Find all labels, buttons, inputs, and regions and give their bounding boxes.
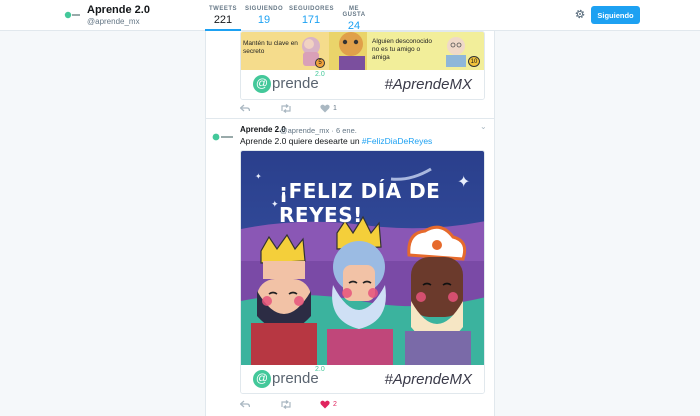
tip-badge-right: 10 <box>468 56 480 67</box>
tip-text-left: Mantén tu clave en secreto <box>243 40 298 55</box>
stat-label: SIGUIENDO <box>245 6 284 12</box>
brand-wordmark: prende <box>272 370 319 387</box>
tweet-divider <box>205 118 495 119</box>
retweet-icon[interactable] <box>280 104 292 113</box>
aprende-logo-icon[interactable] <box>64 10 81 20</box>
tweet-actions: 1 <box>240 104 390 116</box>
following-button[interactable]: Siguiendo <box>591 6 640 24</box>
stat-tweets[interactable]: TWEETS 221 <box>205 0 241 31</box>
brand-at-icon: @ <box>253 370 271 388</box>
tweet-author-name[interactable]: Aprende 2.0 <box>240 125 286 134</box>
profile-handle: @aprende_mx <box>87 17 140 26</box>
stat-likes[interactable]: ME GUSTA 24 <box>339 0 369 32</box>
image-banner-text: ¡FELIZ DÍA DE REYES! <box>279 179 441 227</box>
stat-label: ME GUSTA <box>342 6 366 18</box>
brand-wordmark: prende <box>272 75 319 92</box>
aprende-logo-icon[interactable] <box>211 132 235 142</box>
svg-text:✦: ✦ <box>255 172 262 181</box>
stat-value: 171 <box>301 14 321 26</box>
tip-text-right: Alguien desconocido no es tu amigo o ami… <box>372 38 432 61</box>
brand-version: 2.0 <box>315 366 325 373</box>
brand-hashtag: #AprendeMX <box>384 76 472 93</box>
brand-at-icon: @ <box>253 75 271 93</box>
stat-label: TWEETS <box>209 6 237 12</box>
reply-icon[interactable] <box>240 400 250 409</box>
brand-footer: @ prende 2.0 #AprendeMX <box>241 70 484 99</box>
tip-badge-left: 5 <box>315 58 325 68</box>
tweet-text: Aprende 2.0 quiere desearte un #FelizDia… <box>240 136 432 146</box>
tweet-meta[interactable]: @aprende_mx · 6 ene. <box>280 126 357 135</box>
tweet-media-card[interactable]: Mantén tu clave en secreto 5 Alguien des… <box>240 31 485 100</box>
heart-icon[interactable] <box>320 400 330 409</box>
tweet-actions: 2 <box>240 400 390 412</box>
chevron-down-icon[interactable]: ⌄ <box>480 122 487 131</box>
hashtag-link[interactable]: #FelizDiaDeReyes <box>362 136 432 146</box>
stat-label: SEGUIDORES <box>289 6 335 12</box>
stat-value: 221 <box>213 14 233 26</box>
reply-icon[interactable] <box>240 104 250 113</box>
stat-value: 19 <box>257 14 271 26</box>
svg-text:✦: ✦ <box>271 199 279 209</box>
profile-nav-bar: Aprende 2.0 @aprende_mx TWEETS 221 SIGUI… <box>0 0 700 32</box>
stat-following[interactable]: SIGUIENDO 19 <box>245 0 283 31</box>
brand-footer: @ prende 2.0 #AprendeMX <box>241 365 484 393</box>
like-count: 2 <box>333 401 337 408</box>
heart-icon[interactable] <box>320 104 330 113</box>
stat-followers[interactable]: SEGUIDORES 171 <box>289 0 335 31</box>
brand-hashtag: #AprendeMX <box>384 371 472 388</box>
profile-name[interactable]: Aprende 2.0 <box>87 4 150 16</box>
tweet-media-image[interactable]: ✦ ✦ ✦ ¡FELIZ DÍA DE REYES! @ prende 2.0 … <box>240 150 485 394</box>
tweet-text-body: Aprende 2.0 quiere desearte un <box>240 136 362 146</box>
like-count: 1 <box>333 105 337 112</box>
retweet-icon[interactable] <box>280 400 292 409</box>
brand-version: 2.0 <box>315 71 325 78</box>
gear-icon[interactable] <box>574 8 586 20</box>
